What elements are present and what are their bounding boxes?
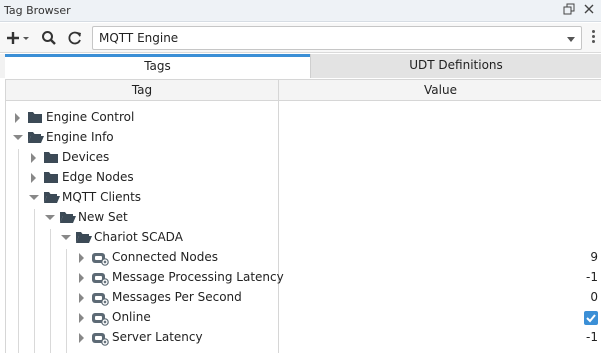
tab-bar: Tags UDT Definitions [0, 54, 601, 78]
collapse-arrow-icon[interactable] [77, 253, 87, 263]
tree-row[interactable]: Connected Nodes 9 [6, 248, 601, 268]
collapse-arrow-icon[interactable] [29, 153, 39, 163]
collapse-arrow-icon[interactable] [77, 273, 87, 283]
tab-udt-definitions[interactable]: UDT Definitions [310, 54, 601, 78]
folder-open-icon [75, 230, 93, 246]
tree-row-label: Engine Info [46, 130, 114, 144]
tree-row-label: Devices [62, 150, 110, 164]
expand-arrow-icon[interactable] [29, 193, 39, 203]
tree-row[interactable]: Chariot SCADA [6, 228, 601, 248]
tree-row-label: Chariot SCADA [94, 230, 183, 244]
folder-icon [27, 110, 45, 126]
expand-arrow-icon[interactable] [45, 213, 55, 223]
expand-arrow-icon[interactable] [61, 233, 71, 243]
search-button[interactable] [40, 29, 58, 47]
window-title-bar: Tag Browser [0, 0, 601, 22]
search-icon [42, 31, 56, 45]
tree-row[interactable]: MQTT Clients [6, 188, 601, 208]
tree-row-label: Connected Nodes [112, 250, 219, 264]
tree-row-label: Message Processing Latency [112, 270, 284, 284]
window-title: Tag Browser [4, 4, 71, 17]
restore-icon[interactable] [562, 3, 576, 17]
tree-row-label: Online [112, 310, 151, 324]
tag-value: 9 [590, 250, 598, 264]
tree-row[interactable]: Messages Per Second 0 [6, 288, 601, 308]
chevron-down-icon [567, 37, 575, 42]
collapse-arrow-icon[interactable] [29, 173, 39, 183]
tree-row-label: Messages Per Second [112, 290, 242, 304]
folder-icon [43, 150, 61, 166]
tag-value: -1 [586, 270, 598, 284]
table-header: Tag Value [6, 79, 601, 101]
tag-icon [91, 310, 109, 326]
folder-icon [43, 170, 61, 186]
collapse-arrow-icon[interactable] [77, 313, 87, 323]
folder-open-icon [43, 190, 61, 206]
tree-row-label: Edge Nodes [62, 170, 134, 184]
tag-provider-value: MQTT Engine [99, 31, 179, 45]
collapse-arrow-icon[interactable] [77, 333, 87, 343]
expand-arrow-icon[interactable] [13, 133, 23, 143]
tree-row[interactable]: Engine Control [6, 108, 601, 128]
folder-open-icon [59, 210, 77, 226]
tree-row[interactable]: Online [6, 308, 601, 328]
tree-row[interactable]: Server Latency -1 [6, 328, 601, 348]
column-header-tag[interactable]: Tag [6, 80, 278, 100]
tag-icon [91, 330, 109, 346]
tree-row[interactable]: Devices [6, 148, 601, 168]
tag-icon [91, 270, 109, 286]
tree-row[interactable]: Message Processing Latency -1 [6, 268, 601, 288]
tree-row-label: MQTT Clients [62, 190, 142, 204]
collapse-arrow-icon[interactable] [13, 113, 23, 123]
checkbox-checked-icon[interactable] [584, 311, 598, 325]
tab-tags[interactable]: Tags [5, 54, 310, 78]
tree-row-label: Server Latency [112, 330, 203, 344]
collapse-arrow-icon[interactable] [77, 293, 87, 303]
tree-row[interactable]: Engine Info [6, 128, 601, 148]
tree-row-label: New Set [78, 210, 128, 224]
tag-value: -1 [586, 330, 598, 344]
refresh-button[interactable] [66, 29, 84, 47]
refresh-icon [68, 31, 81, 45]
plus-icon [7, 32, 29, 44]
add-button[interactable] [6, 29, 30, 47]
tag-value: 0 [590, 290, 598, 304]
close-icon[interactable] [582, 3, 596, 17]
tag-tree-table: Tag Value Engine Control Engine Info Devic… [5, 79, 601, 353]
tag-provider-select[interactable]: MQTT Engine [92, 26, 582, 50]
toolbar: MQTT Engine [0, 23, 601, 53]
tag-icon [91, 250, 109, 266]
tree-row-label: Engine Control [46, 110, 135, 124]
folder-open-icon [27, 130, 45, 146]
column-header-value[interactable]: Value [279, 80, 601, 100]
kebab-icon[interactable] [589, 30, 597, 46]
tag-icon [91, 290, 109, 306]
tree-row[interactable]: Edge Nodes [6, 168, 601, 188]
tree-row[interactable]: New Set [6, 208, 601, 228]
